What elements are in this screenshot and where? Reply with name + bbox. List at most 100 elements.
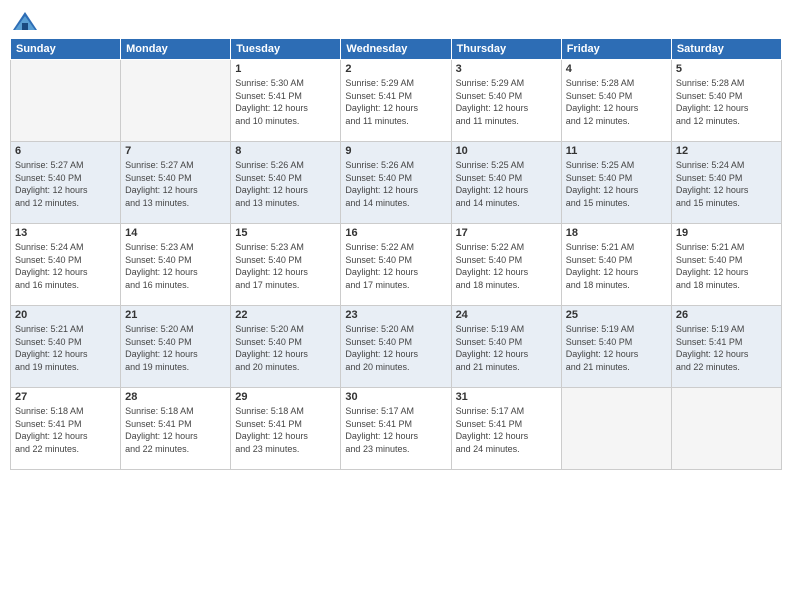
day-info: Sunrise: 5:23 AM Sunset: 5:40 PM Dayligh… xyxy=(125,241,226,291)
day-number: 14 xyxy=(125,227,226,239)
header-monday: Monday xyxy=(121,39,231,60)
day-number: 7 xyxy=(125,145,226,157)
day-info: Sunrise: 5:18 AM Sunset: 5:41 PM Dayligh… xyxy=(235,405,336,455)
day-info: Sunrise: 5:22 AM Sunset: 5:40 PM Dayligh… xyxy=(345,241,446,291)
day-info: Sunrise: 5:20 AM Sunset: 5:40 PM Dayligh… xyxy=(125,323,226,373)
day-number: 21 xyxy=(125,309,226,321)
day-number: 4 xyxy=(566,63,667,75)
day-info: Sunrise: 5:27 AM Sunset: 5:40 PM Dayligh… xyxy=(125,159,226,209)
day-cell xyxy=(121,60,231,142)
day-cell: 5Sunrise: 5:28 AM Sunset: 5:40 PM Daylig… xyxy=(671,60,781,142)
week-row-3: 13 Sunrise: 5:24 AM Sunset: 5:40 PM Dayli… xyxy=(11,224,782,306)
day-info: Sunrise: 5:28 AM Sunset: 5:40 PM Dayligh… xyxy=(566,77,667,127)
day-info: Sunrise: 5:17 AM Sunset: 5:41 PM Dayligh… xyxy=(456,405,557,455)
day-number: 29 xyxy=(235,391,336,403)
header-tuesday: Tuesday xyxy=(231,39,341,60)
day-number: 26 xyxy=(676,309,777,321)
day-info: Sunrise: 5:26 AM Sunset: 5:40 PM Dayligh… xyxy=(345,159,446,209)
page: Sunday Monday Tuesday Wednesday Thursday… xyxy=(0,0,792,612)
day-cell: 27Sunrise: 5:18 AM Sunset: 5:41 PM Dayli… xyxy=(11,388,121,470)
day-cell: 23 Sunrise: 5:20 AM Sunset: 5:40 PM Dayli… xyxy=(341,306,451,388)
day-info: Sunrise: 5:20 AM Sunset: 5:40 PM Dayligh… xyxy=(345,323,446,373)
day-cell: 17 Sunrise: 5:22 AM Sunset: 5:40 PM Dayli… xyxy=(451,224,561,306)
day-number: 19 xyxy=(676,227,777,239)
day-info: Sunrise: 5:20 AM Sunset: 5:40 PM Dayligh… xyxy=(235,323,336,373)
day-cell: 8Sunrise: 5:26 AM Sunset: 5:40 PM Daylig… xyxy=(231,142,341,224)
day-cell: 13 Sunrise: 5:24 AM Sunset: 5:40 PM Dayli… xyxy=(11,224,121,306)
day-info: Sunrise: 5:21 AM Sunset: 5:40 PM Dayligh… xyxy=(15,323,116,373)
week-row-4: 20 Sunrise: 5:21 AM Sunset: 5:40 PM Dayli… xyxy=(11,306,782,388)
header-friday: Friday xyxy=(561,39,671,60)
day-cell: 1 Sunrise: 5:30 AM Sunset: 5:41 PM Daylig… xyxy=(231,60,341,142)
header-sunday: Sunday xyxy=(11,39,121,60)
day-info: Sunrise: 5:24 AM Sunset: 5:40 PM Dayligh… xyxy=(676,159,777,209)
day-cell: 19 Sunrise: 5:21 AM Sunset: 5:40 PM Dayli… xyxy=(671,224,781,306)
day-info: Sunrise: 5:19 AM Sunset: 5:40 PM Dayligh… xyxy=(566,323,667,373)
day-number: 15 xyxy=(235,227,336,239)
day-cell: 14 Sunrise: 5:23 AM Sunset: 5:40 PM Dayli… xyxy=(121,224,231,306)
day-cell: 18Sunrise: 5:21 AM Sunset: 5:40 PM Dayli… xyxy=(561,224,671,306)
header-thursday: Thursday xyxy=(451,39,561,60)
day-info: Sunrise: 5:23 AM Sunset: 5:40 PM Dayligh… xyxy=(235,241,336,291)
day-info: Sunrise: 5:29 AM Sunset: 5:41 PM Dayligh… xyxy=(345,77,446,127)
day-number: 20 xyxy=(15,309,116,321)
day-number: 16 xyxy=(345,227,446,239)
day-info: Sunrise: 5:19 AM Sunset: 5:41 PM Dayligh… xyxy=(676,323,777,373)
day-info: Sunrise: 5:25 AM Sunset: 5:40 PM Dayligh… xyxy=(456,159,557,209)
day-cell: 31 Sunrise: 5:17 AM Sunset: 5:41 PM Dayli… xyxy=(451,388,561,470)
day-info: Sunrise: 5:24 AM Sunset: 5:40 PM Dayligh… xyxy=(15,241,116,291)
day-info: Sunrise: 5:18 AM Sunset: 5:41 PM Dayligh… xyxy=(15,405,116,455)
day-cell: 3Sunrise: 5:29 AM Sunset: 5:40 PM Daylig… xyxy=(451,60,561,142)
day-number: 11 xyxy=(566,145,667,157)
day-info: Sunrise: 5:21 AM Sunset: 5:40 PM Dayligh… xyxy=(676,241,777,291)
day-cell: 11 Sunrise: 5:25 AM Sunset: 5:40 PM Dayli… xyxy=(561,142,671,224)
day-info: Sunrise: 5:18 AM Sunset: 5:41 PM Dayligh… xyxy=(125,405,226,455)
day-number: 6 xyxy=(15,145,116,157)
day-number: 22 xyxy=(235,309,336,321)
day-cell: 25Sunrise: 5:19 AM Sunset: 5:40 PM Dayli… xyxy=(561,306,671,388)
day-number: 28 xyxy=(125,391,226,403)
header-wednesday: Wednesday xyxy=(341,39,451,60)
day-number: 12 xyxy=(676,145,777,157)
day-number: 5 xyxy=(676,63,777,75)
header xyxy=(10,10,782,32)
week-row-5: 27Sunrise: 5:18 AM Sunset: 5:41 PM Dayli… xyxy=(11,388,782,470)
day-info: Sunrise: 5:30 AM Sunset: 5:41 PM Dayligh… xyxy=(235,77,336,127)
day-info: Sunrise: 5:17 AM Sunset: 5:41 PM Dayligh… xyxy=(345,405,446,455)
day-cell: 7 Sunrise: 5:27 AM Sunset: 5:40 PM Daylig… xyxy=(121,142,231,224)
day-number: 30 xyxy=(345,391,446,403)
day-info: Sunrise: 5:22 AM Sunset: 5:40 PM Dayligh… xyxy=(456,241,557,291)
day-number: 24 xyxy=(456,309,557,321)
day-cell: 28 Sunrise: 5:18 AM Sunset: 5:41 PM Dayli… xyxy=(121,388,231,470)
day-info: Sunrise: 5:29 AM Sunset: 5:40 PM Dayligh… xyxy=(456,77,557,127)
logo xyxy=(10,10,39,32)
day-cell: 29 Sunrise: 5:18 AM Sunset: 5:41 PM Dayli… xyxy=(231,388,341,470)
day-cell: 2 Sunrise: 5:29 AM Sunset: 5:41 PM Daylig… xyxy=(341,60,451,142)
day-number: 8 xyxy=(235,145,336,157)
day-number: 2 xyxy=(345,63,446,75)
day-cell: 6 Sunrise: 5:27 AM Sunset: 5:40 PM Daylig… xyxy=(11,142,121,224)
week-row-1: 1 Sunrise: 5:30 AM Sunset: 5:41 PM Daylig… xyxy=(11,60,782,142)
logo-icon xyxy=(11,8,39,36)
day-cell: 22 Sunrise: 5:20 AM Sunset: 5:40 PM Dayli… xyxy=(231,306,341,388)
day-info: Sunrise: 5:25 AM Sunset: 5:40 PM Dayligh… xyxy=(566,159,667,209)
day-cell xyxy=(11,60,121,142)
day-cell: 15 Sunrise: 5:23 AM Sunset: 5:40 PM Dayli… xyxy=(231,224,341,306)
day-number: 13 xyxy=(15,227,116,239)
day-cell: 24Sunrise: 5:19 AM Sunset: 5:40 PM Dayli… xyxy=(451,306,561,388)
day-number: 31 xyxy=(456,391,557,403)
day-cell xyxy=(561,388,671,470)
day-info: Sunrise: 5:27 AM Sunset: 5:40 PM Dayligh… xyxy=(15,159,116,209)
day-number: 9 xyxy=(345,145,446,157)
day-number: 18 xyxy=(566,227,667,239)
day-cell: 21 Sunrise: 5:20 AM Sunset: 5:40 PM Dayli… xyxy=(121,306,231,388)
day-number: 17 xyxy=(456,227,557,239)
day-cell: 26 Sunrise: 5:19 AM Sunset: 5:41 PM Dayli… xyxy=(671,306,781,388)
day-cell: 10 Sunrise: 5:25 AM Sunset: 5:40 PM Dayli… xyxy=(451,142,561,224)
day-number: 10 xyxy=(456,145,557,157)
day-number: 23 xyxy=(345,309,446,321)
header-saturday: Saturday xyxy=(671,39,781,60)
day-cell: 9 Sunrise: 5:26 AM Sunset: 5:40 PM Daylig… xyxy=(341,142,451,224)
day-number: 1 xyxy=(235,63,336,75)
day-cell: 30 Sunrise: 5:17 AM Sunset: 5:41 PM Dayli… xyxy=(341,388,451,470)
